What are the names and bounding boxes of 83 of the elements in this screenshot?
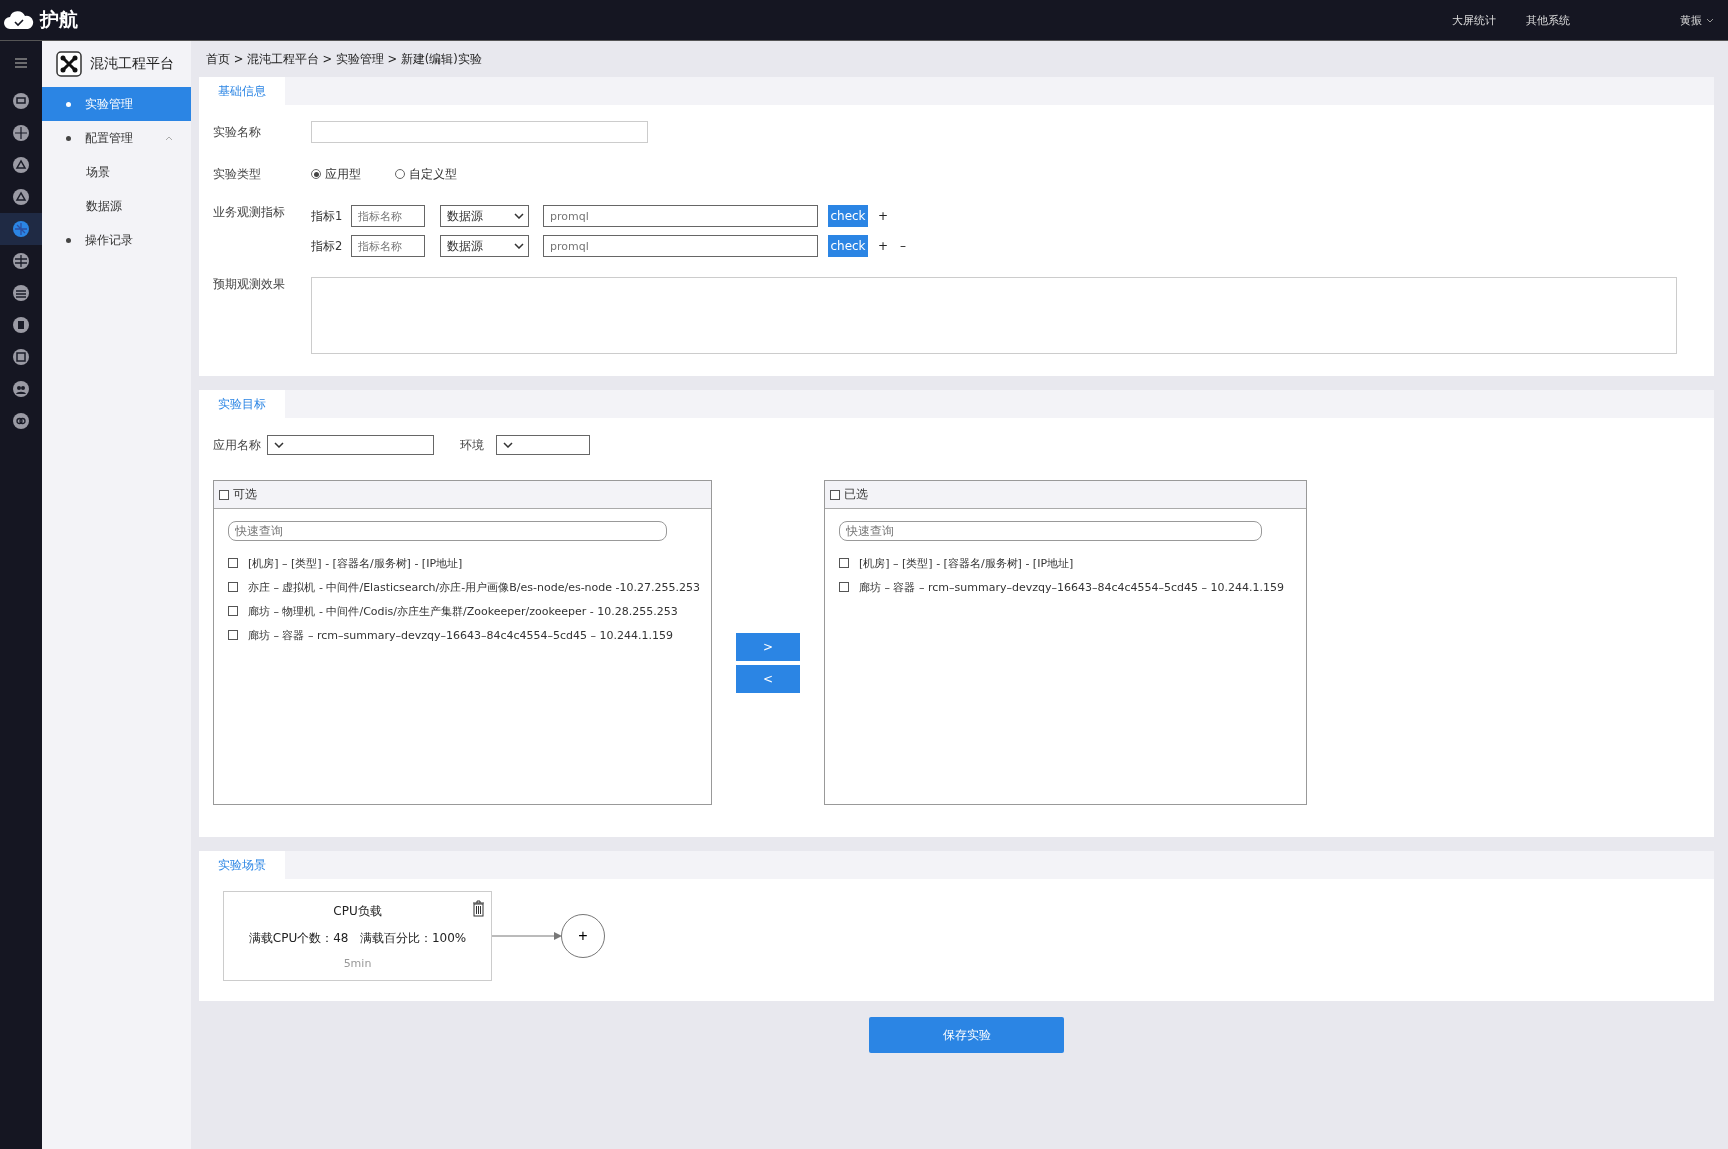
- check-button[interactable]: check: [828, 235, 868, 257]
- item-checkbox[interactable]: [228, 558, 238, 568]
- item-checkbox[interactable]: [839, 558, 849, 568]
- search-field[interactable]: 快速查询: [839, 521, 1262, 541]
- select-all-checkbox[interactable]: [219, 489, 229, 500]
- metric-name-input[interactable]: 指标名称: [351, 205, 425, 227]
- chevron-icon: [514, 243, 524, 249]
- field-label: 实验名称: [213, 124, 262, 140]
- item-checkbox[interactable]: [839, 582, 849, 592]
- item-text: 廊坊 – 容器 – rcm–summary–devzqy–16643–84c4c4554–5cd45 – 10.244.1.159: [859, 579, 1285, 595]
- sidebar-item[interactable]: 操作记录: [42, 223, 191, 257]
- panel-title: 已选: [844, 486, 868, 503]
- breadcrumb: 首页 > 混沌工程平台 > 实验管理 > 新建(编辑)实验: [206, 51, 482, 67]
- sidebar-item[interactable]: 实验管理: [42, 87, 191, 121]
- radio-option[interactable]: 自定义型: [395, 166, 457, 182]
- item-checkbox[interactable]: [228, 630, 238, 640]
- item-text: 廊坊 – 容器 – rcm–summary–devzqy–16643–84c4c4554–5cd45 – 10.244.1.159: [248, 627, 674, 643]
- scenario-node[interactable]: CPU负载 满载CPU个数：48 满载百分比：100% 5min: [223, 891, 492, 981]
- menu-icon[interactable]: [14, 57, 28, 69]
- search-field[interactable]: 快速查询: [228, 521, 667, 541]
- item-checkbox[interactable]: [228, 606, 238, 616]
- globe-icon: [12, 252, 30, 270]
- chaos-logo-icon: [56, 51, 82, 77]
- datasource-select[interactable]: 数据源: [440, 205, 529, 227]
- row-action-button[interactable]: +: [876, 239, 891, 253]
- item-text: 亦庄 – 虚拟机 - 中间件/Elasticsearch/亦庄-用户画像B/es-node/es-node -10.27.255.253: [248, 579, 700, 595]
- cloud-logo-icon: [4, 10, 34, 30]
- node-params: 满载CPU个数：48 满载百分比：100%: [248, 929, 467, 947]
- panel-title: 可选: [233, 486, 257, 503]
- link-icon: [12, 412, 30, 430]
- nav-link[interactable]: 其他系统: [1526, 12, 1570, 28]
- user-name[interactable]: 黄振: [1680, 12, 1702, 28]
- field-label: 业务观测指标: [213, 205, 286, 220]
- row-action-button[interactable]: +: [876, 209, 891, 223]
- sidebar-subitem[interactable]: 数据源: [42, 189, 191, 223]
- add-node-button[interactable]: +: [561, 914, 605, 958]
- chevron-icon: [503, 442, 513, 448]
- trash-icon[interactable]: [472, 900, 485, 917]
- move-button[interactable]: >: [736, 632, 800, 661]
- caret-icon: [165, 135, 173, 141]
- item-text: [机房] – [类型] - [容器名/服务树] - [IP地址]: [859, 555, 1074, 571]
- node-duration: 5min: [343, 956, 372, 970]
- sidebar-item[interactable]: 配置管理: [42, 121, 191, 155]
- nodes-icon: [12, 188, 30, 206]
- section-tab[interactable]: 基础信息: [199, 77, 285, 105]
- field-label: 环境: [460, 437, 485, 453]
- name-input[interactable]: [311, 121, 648, 143]
- item-text: 廊坊 – 物理机 - 中间件/Codis/亦庄生产集群/Zookeeper/zookeeper - 10.28.255.253: [248, 603, 678, 619]
- nodes-icon: [12, 156, 30, 174]
- frame-icon: [12, 348, 30, 366]
- layers-icon: [12, 284, 30, 302]
- select-all-checkbox[interactable]: [830, 489, 840, 500]
- radio-option[interactable]: 应用型: [311, 166, 361, 182]
- field-label: 实验类型: [213, 166, 262, 182]
- rail-item[interactable]: [0, 213, 42, 245]
- sidebar-title: 混沌工程平台: [90, 55, 174, 73]
- query-input[interactable]: promql: [543, 205, 818, 227]
- chevron-icon: [514, 213, 524, 219]
- row-action-button[interactable]: –: [898, 239, 909, 253]
- check-button[interactable]: check: [828, 205, 868, 227]
- datasource-select[interactable]: 数据源: [440, 235, 529, 257]
- arrow: [492, 931, 562, 941]
- chevron-icon: [274, 442, 284, 448]
- section-tab[interactable]: 实验目标: [199, 390, 285, 418]
- field-label: 应用名称: [213, 437, 262, 453]
- chevron-icon[interactable]: [1706, 17, 1714, 23]
- app-select[interactable]: [267, 435, 434, 455]
- item-checkbox[interactable]: [228, 582, 238, 592]
- metric-name-input[interactable]: 指标名称: [351, 235, 425, 257]
- metric-label: 指标1: [311, 208, 344, 224]
- section-tab[interactable]: 实验场景: [199, 851, 285, 879]
- sidebar-subitem[interactable]: 场景: [42, 155, 191, 189]
- save-button[interactable]: 保存实验: [869, 1017, 1064, 1053]
- item-text: [机房] – [类型] - [容器名/服务树] - [IP地址]: [248, 555, 463, 571]
- move-button[interactable]: <: [736, 664, 800, 693]
- field-label: 预期观测效果: [213, 277, 286, 292]
- query-input[interactable]: promql: [543, 235, 818, 257]
- monitor-icon: [12, 92, 30, 110]
- app-logo-text: 护航: [40, 7, 78, 32]
- node-title: CPU负载: [333, 902, 382, 920]
- env-select[interactable]: [496, 435, 590, 455]
- nav-link[interactable]: 大屏统计: [1452, 12, 1496, 28]
- metric-label: 指标2: [311, 238, 344, 254]
